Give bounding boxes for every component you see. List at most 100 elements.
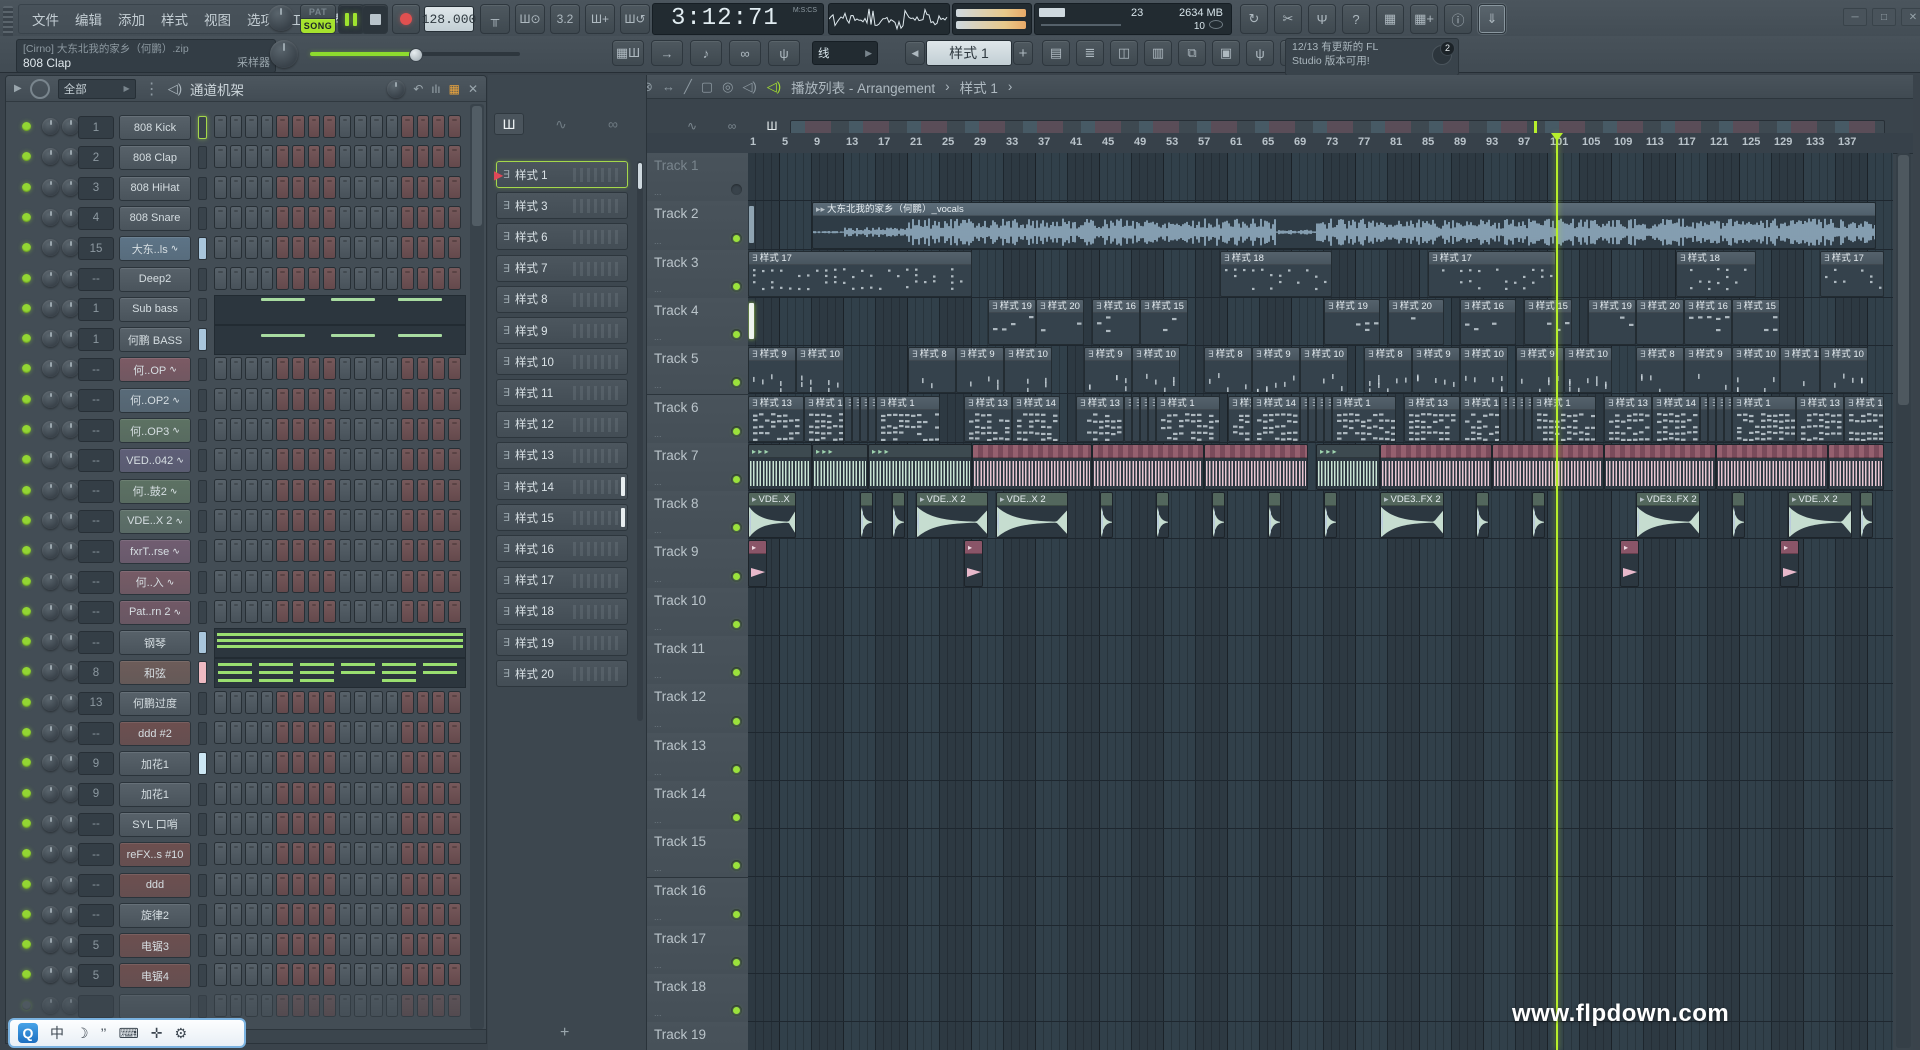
- channel-volume-knob[interactable]: [62, 997, 79, 1014]
- pattern-prev-button[interactable]: ◀: [905, 41, 925, 65]
- track-header[interactable]: Track 3...: [647, 250, 749, 299]
- channel-pan-knob[interactable]: [42, 633, 59, 650]
- rack-swing-mix-knob[interactable]: [387, 80, 405, 98]
- step-cell[interactable]: [261, 448, 274, 471]
- step-cell[interactable]: [323, 570, 336, 593]
- step-cell[interactable]: [323, 873, 336, 896]
- step-cell[interactable]: [230, 721, 243, 744]
- step-cell[interactable]: [308, 873, 321, 896]
- step-cell[interactable]: [401, 206, 414, 229]
- picker-pattern-item[interactable]: ∃样式 11: [496, 379, 628, 406]
- audio-clip-crash[interactable]: ▸VDE..X 2: [916, 492, 988, 538]
- step-cell[interactable]: [370, 691, 383, 714]
- pattern-clip[interactable]: ∃样式 8: [1364, 347, 1412, 393]
- blend-notes-icon[interactable]: Ш↺: [620, 4, 650, 34]
- channel-pan-knob[interactable]: [42, 148, 59, 165]
- channel-display-box[interactable]: --: [78, 722, 114, 745]
- step-cell[interactable]: [245, 206, 258, 229]
- step-cell[interactable]: [432, 963, 445, 986]
- step-cell[interactable]: [214, 782, 227, 805]
- track-header[interactable]: Track 10...: [647, 588, 749, 637]
- step-cell[interactable]: [245, 903, 258, 926]
- step-cell[interactable]: [417, 600, 430, 623]
- step-cell[interactable]: [323, 388, 336, 411]
- track-led[interactable]: [731, 667, 742, 678]
- step-cell[interactable]: [292, 357, 305, 380]
- channel-volume-knob[interactable]: [62, 512, 79, 529]
- channel-pan-knob[interactable]: [42, 451, 59, 468]
- channel-volume-knob[interactable]: [62, 966, 79, 983]
- channel-pan-knob[interactable]: [42, 906, 59, 923]
- picker-add-button[interactable]: +: [560, 1024, 569, 1042]
- step-cell[interactable]: [339, 479, 352, 502]
- ime-moon-icon[interactable]: ☽: [76, 1025, 89, 1042]
- step-cell[interactable]: [432, 933, 445, 956]
- step-cell[interactable]: [214, 448, 227, 471]
- step-cell[interactable]: [276, 903, 289, 926]
- channel-volume-knob[interactable]: [62, 270, 79, 287]
- pattern-clip[interactable]: ∃样式 14: [1252, 396, 1300, 442]
- step-cell[interactable]: [401, 388, 414, 411]
- step-editor-icon[interactable]: →: [651, 40, 683, 66]
- step-cell[interactable]: [432, 782, 445, 805]
- track-header[interactable]: Track 5...: [647, 346, 749, 395]
- step-cell[interactable]: [417, 933, 430, 956]
- channel-display-box[interactable]: --: [78, 449, 114, 472]
- step-cell[interactable]: [292, 963, 305, 986]
- step-cell[interactable]: [401, 145, 414, 168]
- step-cell[interactable]: [308, 903, 321, 926]
- step-cell[interactable]: [245, 357, 258, 380]
- step-cell[interactable]: [261, 873, 274, 896]
- pattern-clip[interactable]: ∃样式 17: [1820, 251, 1884, 297]
- step-cell[interactable]: [401, 570, 414, 593]
- audio-clip-hit[interactable]: [860, 492, 873, 538]
- step-cell[interactable]: [292, 115, 305, 138]
- track-header[interactable]: Track 13...: [647, 733, 749, 782]
- step-cell[interactable]: [276, 236, 289, 259]
- step-cell[interactable]: [214, 903, 227, 926]
- audio-clip-hit[interactable]: [1212, 492, 1225, 538]
- step-cell[interactable]: [386, 873, 399, 896]
- step-cell[interactable]: [308, 600, 321, 623]
- step-cell[interactable]: [276, 751, 289, 774]
- step-cell[interactable]: [276, 600, 289, 623]
- track-header[interactable]: Track 2...: [647, 201, 749, 250]
- pat-song-toggle[interactable]: PAT SONG: [300, 4, 334, 32]
- audio-clip-loop[interactable]: [972, 444, 1092, 490]
- step-cell[interactable]: [370, 388, 383, 411]
- audio-clip-loop[interactable]: [1492, 444, 1604, 490]
- step-cell[interactable]: [339, 509, 352, 532]
- track-led[interactable]: [731, 957, 742, 968]
- step-cell[interactable]: [245, 418, 258, 441]
- step-cell[interactable]: [432, 842, 445, 865]
- channel-pan-knob[interactable]: [42, 512, 59, 529]
- track-lane[interactable]: [748, 539, 1893, 587]
- step-cell[interactable]: [230, 539, 243, 562]
- step-cell[interactable]: [276, 539, 289, 562]
- step-cell[interactable]: [354, 721, 367, 744]
- track-header[interactable]: Track 11...: [647, 636, 749, 685]
- step-cell[interactable]: [308, 236, 321, 259]
- pattern-clip[interactable]: ∃样式 10: [1132, 347, 1180, 393]
- channel-pan-knob[interactable]: [42, 694, 59, 711]
- step-cell[interactable]: [230, 388, 243, 411]
- pattern-clip[interactable]: ∃样式 13: [1076, 396, 1124, 442]
- step-cell[interactable]: [292, 448, 305, 471]
- step-cell[interactable]: [354, 115, 367, 138]
- step-cell[interactable]: [354, 176, 367, 199]
- channel-enable-led[interactable]: [22, 304, 31, 313]
- track-header[interactable]: Track 16...: [647, 878, 749, 927]
- pattern-clip[interactable]: ∃: [1700, 396, 1708, 442]
- pattern-clip[interactable]: ∃: [1524, 396, 1532, 442]
- step-cell[interactable]: [261, 963, 274, 986]
- step-cell[interactable]: [354, 600, 367, 623]
- step-cell[interactable]: [432, 236, 445, 259]
- step-cell[interactable]: [417, 721, 430, 744]
- step-cell[interactable]: [370, 873, 383, 896]
- channel-pan-knob[interactable]: [42, 118, 59, 135]
- channel-mute-strip[interactable]: [198, 995, 207, 1018]
- step-cell[interactable]: [245, 994, 258, 1017]
- step-cell[interactable]: [432, 509, 445, 532]
- pattern-clip[interactable]: ∃: [868, 396, 876, 442]
- step-cell[interactable]: [245, 388, 258, 411]
